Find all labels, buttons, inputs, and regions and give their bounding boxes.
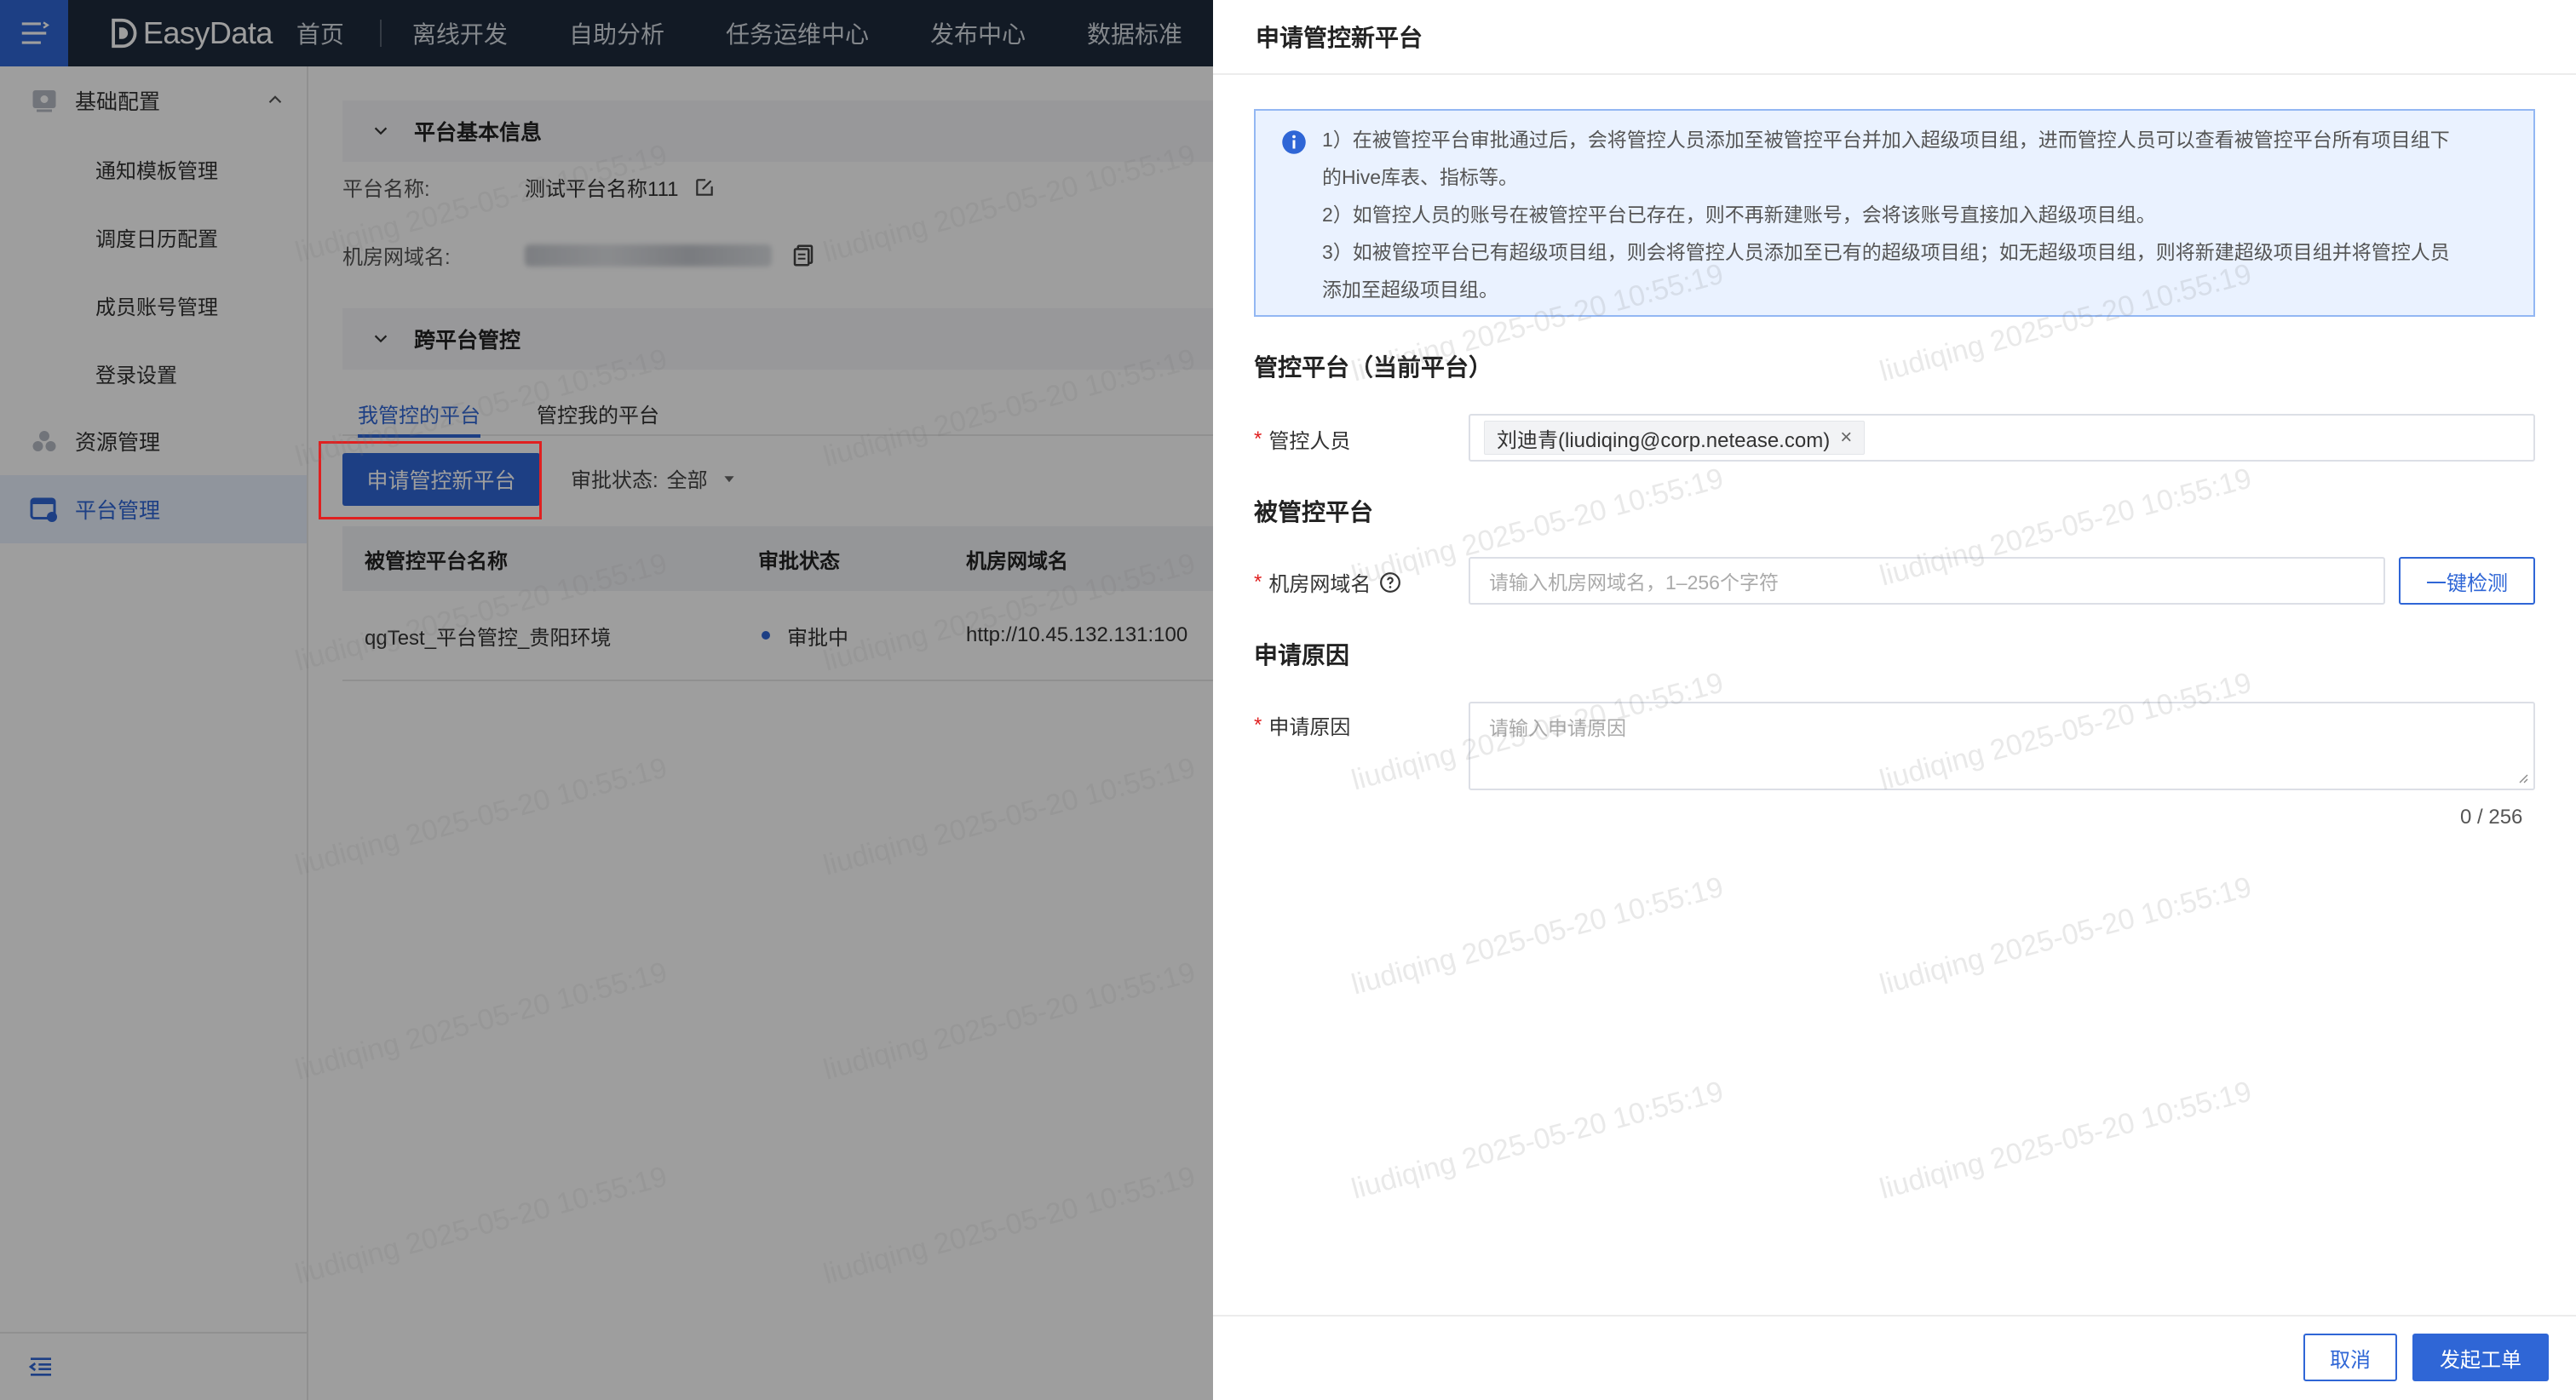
apply-drawer: 申请管控新平台 1）在被管控平台审批通过后，会将管控人员添加至被管控平台并加入超… <box>1213 0 2576 1400</box>
info-line: 添加至超级项目组。 <box>1322 278 1498 301</box>
reason-placeholder: 请输入申请原因 <box>1489 717 1626 739</box>
required-mark: * <box>1254 570 1262 594</box>
manager-tag: 刘迪青(liudiqing@corp.netease.com) × <box>1484 421 1866 455</box>
info-line: 3）如被管控平台已有超级项目组，则会将管控人员添加至已有的超级项目组；如无超级项… <box>1322 241 2450 263</box>
check-button[interactable]: 一键检测 <box>2399 557 2535 605</box>
info-line: 2）如管控人员的账号在被管控平台已存在，则不再新建账号，会将该账号直接加入超级项… <box>1322 204 2156 226</box>
info-line: 1）在被管控平台审批通过后，会将管控人员添加至被管控平台并加入超级项目组，进而管… <box>1322 129 2450 151</box>
info-icon <box>1282 130 1306 154</box>
domain-label: * 机房网域名 <box>1254 567 1401 597</box>
reason-label-text: 申请原因 <box>1268 716 1351 739</box>
cancel-button[interactable]: 取消 <box>2303 1334 2397 1381</box>
drawer-title: 申请管控新平台 <box>1213 0 2576 75</box>
section-reason: 申请原因 <box>1254 642 1350 668</box>
section-current-platform: 管控平台（当前平台） <box>1254 354 1493 381</box>
highlight-annotation <box>319 441 542 519</box>
reason-label: * 申请原因 <box>1254 710 1350 740</box>
manager-label-text: 管控人员 <box>1268 430 1351 453</box>
section-target-platform: 被管控平台 <box>1254 499 1374 525</box>
required-mark: * <box>1254 427 1262 450</box>
manager-label: * 管控人员 <box>1254 424 1350 454</box>
info-line: 的Hive库表、指标等。 <box>1322 166 1519 188</box>
required-mark: * <box>1254 713 1262 737</box>
submit-ticket-button[interactable]: 发起工单 <box>2412 1334 2549 1381</box>
reason-textarea[interactable]: 请输入申请原因 <box>1469 702 2535 790</box>
info-alert: 1）在被管控平台审批通过后，会将管控人员添加至被管控平台并加入超级项目组，进而管… <box>1254 109 2535 317</box>
manager-tag-text: 刘迪青(liudiqing@corp.netease.com) <box>1497 428 1831 452</box>
help-icon[interactable] <box>1379 571 1401 594</box>
domain-label-text: 机房网域名 <box>1268 573 1371 596</box>
close-icon[interactable]: × <box>1840 426 1852 450</box>
char-counter: 0 / 256 <box>2460 806 2523 829</box>
manager-select[interactable]: 刘迪青(liudiqing@corp.netease.com) × <box>1469 414 2535 462</box>
domain-input[interactable]: 请输入机房网域名，1–256个字符 <box>1469 557 2385 605</box>
modal-overlay[interactable] <box>0 0 1213 1400</box>
resize-handle-icon[interactable] <box>2515 770 2528 783</box>
